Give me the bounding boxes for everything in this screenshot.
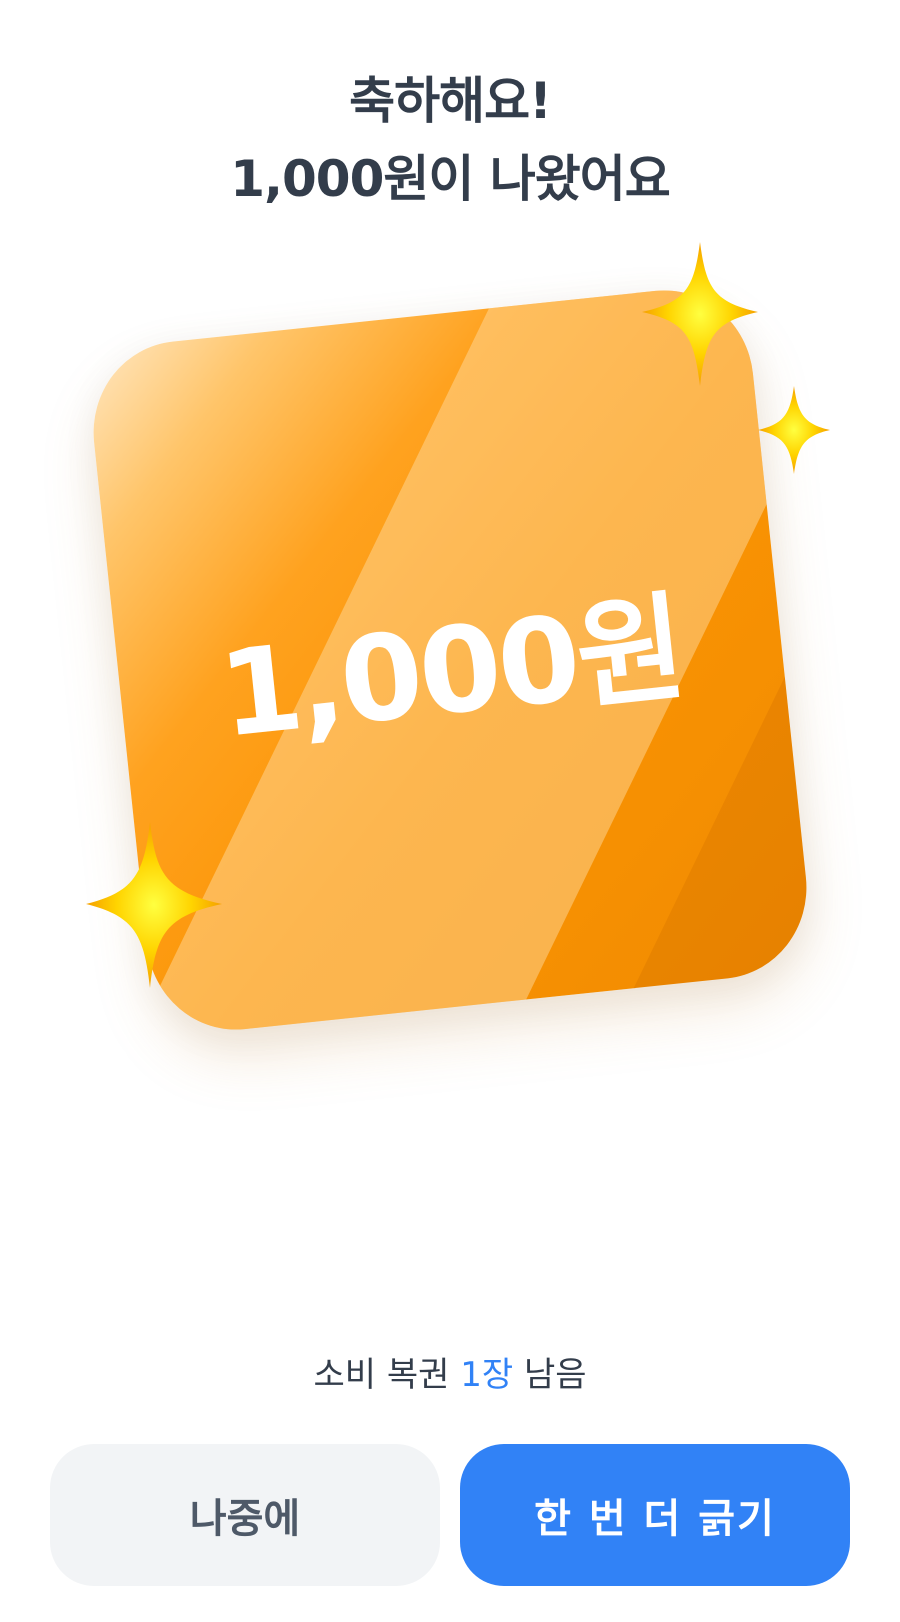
remaining-count: 1장 xyxy=(460,1355,514,1395)
remaining-suffix: 남음 xyxy=(523,1355,587,1395)
sparkle-small-icon xyxy=(758,386,830,474)
later-button[interactable]: 나중에 xyxy=(50,1444,440,1586)
sparkle-icon xyxy=(642,242,758,386)
scratch-again-button[interactable]: 한 번 더 긁기 xyxy=(460,1444,850,1586)
sparkle-bottom-icon xyxy=(86,822,222,988)
remaining-tickets: 소비 복권 1장 남음 xyxy=(0,1350,900,1400)
title-line-2: 1,000원이 나왔어요 xyxy=(230,150,671,208)
result-title: 축하해요! 1,000원이 나왔어요 xyxy=(0,62,900,218)
remaining-prefix: 소비 복권 xyxy=(313,1355,450,1395)
title-line-1: 축하해요! xyxy=(349,72,552,130)
